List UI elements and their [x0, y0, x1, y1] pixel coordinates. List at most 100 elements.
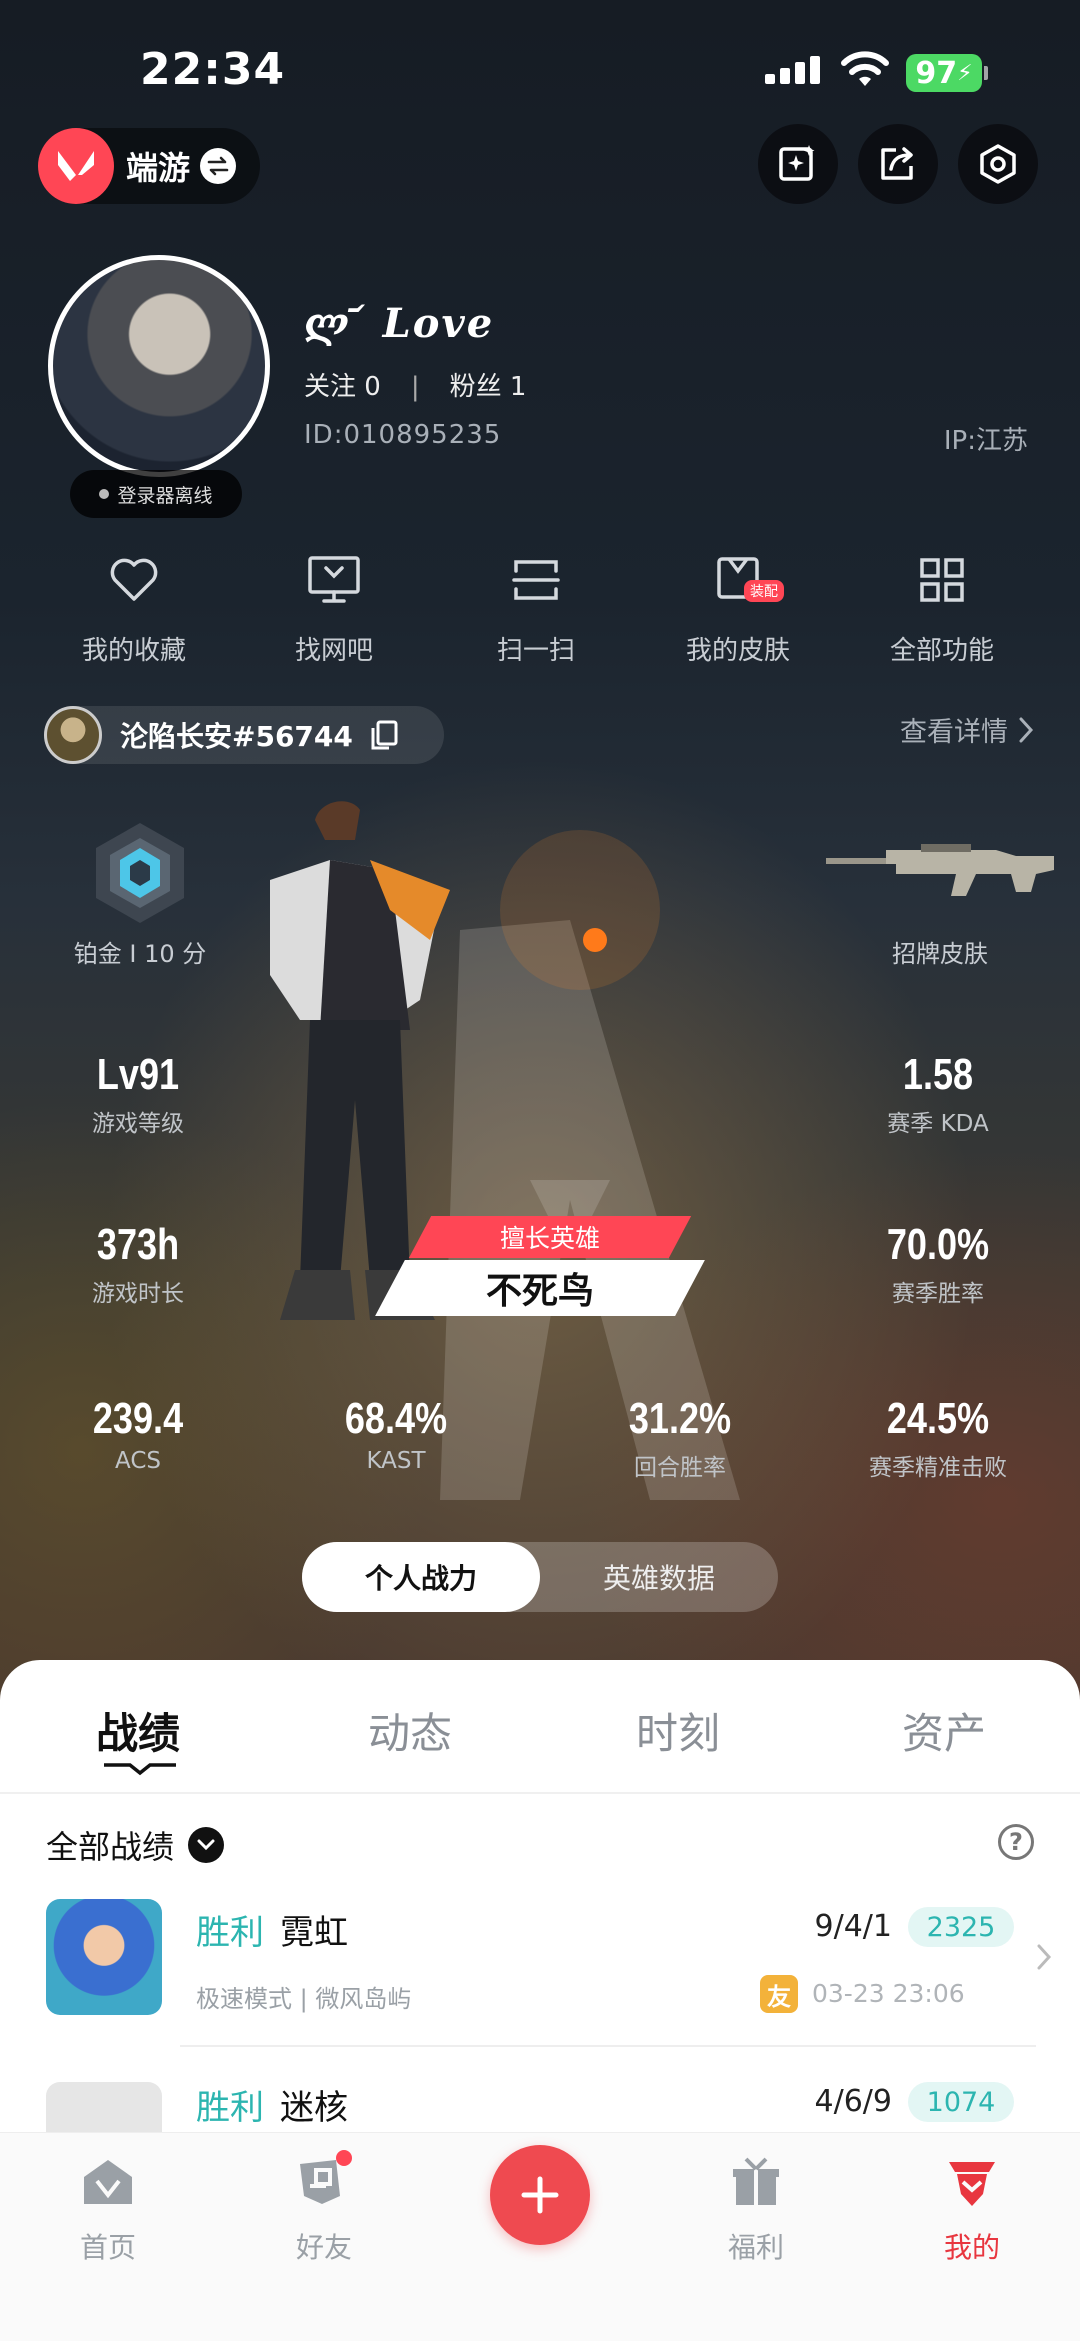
best-hero-label: 擅长英雄 — [499, 1224, 600, 1253]
match-kda: 9/4/1 — [814, 1909, 892, 1944]
status-time: 22:34 — [140, 44, 286, 95]
valorant-logo — [38, 128, 114, 204]
match-agent: 迷核 — [280, 2088, 348, 2128]
wifi-icon — [841, 51, 889, 86]
stat-key: 赛季 KDA — [887, 1111, 989, 1137]
nav-profile[interactable]: 我的 — [902, 2150, 1042, 2266]
gift-icon — [733, 2157, 779, 2205]
stat-value: 239.4 — [92, 1394, 184, 1443]
best-hero-name: 不死鸟 — [485, 1271, 594, 1312]
ai-assistant-button[interactable] — [758, 124, 838, 204]
battery-level: 97 — [915, 55, 958, 91]
heart-icon — [110, 558, 158, 601]
match-mode: 极速模式 | 微风岛屿 — [196, 1985, 412, 2013]
match-time: 03-23 23:06 — [812, 1979, 965, 2008]
follow-separator: | — [410, 372, 420, 402]
nav-home[interactable]: 首页 — [38, 2150, 178, 2266]
records-filter[interactable]: 全部战绩 — [46, 1822, 225, 1868]
game-mode-switch[interactable]: 端游 — [38, 128, 260, 204]
avatar[interactable] — [48, 255, 270, 477]
ip-location: IP:江苏 — [943, 426, 1028, 456]
best-hero-tag[interactable]: 擅长英雄 不死鸟 — [375, 1216, 710, 1316]
following-count[interactable]: 关注 0 — [304, 372, 381, 402]
nav-benefits[interactable]: 福利 — [686, 2150, 826, 2266]
tab-activity[interactable]: 动态 — [310, 1700, 510, 1761]
stat-key: 回合胜率 — [634, 1455, 726, 1481]
func-internet-cafe[interactable]: 找网吧 — [244, 550, 424, 667]
profile-icon — [949, 2162, 995, 2206]
func-label: 我的收藏 — [81, 636, 186, 666]
match-kda: 4/6/9 — [814, 2084, 892, 2119]
match-score: 2325 — [908, 1907, 1014, 1947]
tab-records[interactable]: 战绩 — [38, 1700, 238, 1761]
nav-friends[interactable]: 好友 — [254, 2150, 394, 2266]
match-row[interactable]: 胜利 霓虹 9/4/1 2325 极速模式 | 微风岛屿 友 03-23 23:… — [0, 1895, 1080, 2075]
func-my-skins[interactable]: 装配 我的皮肤 — [648, 550, 828, 667]
match-result: 胜利 — [196, 1913, 264, 1953]
copy-icon[interactable] — [369, 719, 399, 751]
weapon-skin-image — [826, 844, 1054, 896]
mode-label: 端游 — [126, 149, 191, 187]
stat-value: 31.2% — [628, 1394, 732, 1443]
fans-count[interactable]: 粉丝 1 — [450, 372, 527, 402]
signal-icon — [765, 56, 821, 84]
view-details-link[interactable]: 查看详情 — [900, 710, 1034, 749]
stat-key: KAST — [366, 1448, 426, 1474]
nav-label: 我的 — [943, 2231, 1000, 2264]
help-icon[interactable]: ? — [998, 1824, 1034, 1860]
stat-headshot: 24.5% 赛季精准击败 — [838, 1394, 1038, 1482]
sparkle-edit-icon — [779, 145, 815, 181]
grid-icon — [920, 558, 964, 602]
segment-personal-power[interactable]: 个人战力 — [302, 1542, 540, 1612]
follow-stats: 关注 0 | 粉丝 1 — [304, 366, 526, 403]
stat-key: 赛季胜率 — [892, 1281, 984, 1307]
share-button[interactable] — [858, 124, 938, 204]
status-dot — [99, 489, 110, 499]
segment-hero-data[interactable]: 英雄数据 — [540, 1542, 778, 1612]
stat-round-winrate: 31.2% 回合胜率 — [580, 1394, 780, 1482]
func-label: 全部功能 — [889, 636, 994, 666]
game-account-name: 沦陷长安#56744 — [120, 720, 353, 753]
stat-level: Lv91 游戏等级 — [38, 1050, 238, 1138]
swap-icon — [200, 148, 237, 184]
stat-acs: 239.4 ACS — [38, 1394, 238, 1474]
stat-value: 70.0% — [886, 1220, 990, 1269]
func-label: 找网吧 — [294, 636, 373, 666]
game-account-chip[interactable]: 沦陷长安#56744 — [44, 706, 444, 764]
tab-moments[interactable]: 时刻 — [578, 1700, 778, 1761]
rank-platinum-icon — [96, 823, 184, 923]
stat-value: 373h — [96, 1220, 180, 1269]
chevron-right-icon — [1019, 717, 1034, 742]
chevron-right-icon — [1037, 1944, 1052, 1970]
func-label: 我的皮肤 — [685, 636, 790, 666]
match-result: 胜利 — [196, 2088, 264, 2128]
agent-portrait-neon — [46, 1899, 162, 2015]
stat-value: 68.4% — [344, 1394, 448, 1443]
stat-kast: 68.4% KAST — [296, 1394, 496, 1474]
best-hero-label-bg: 擅长英雄 — [408, 1216, 692, 1258]
share-icon — [881, 147, 913, 180]
user-id: ID:010895235 — [304, 420, 502, 450]
stat-value: 24.5% — [886, 1394, 990, 1443]
tab-assets[interactable]: 资产 — [844, 1700, 1044, 1761]
tab-indicator — [104, 1763, 176, 1776]
create-post-button[interactable] — [490, 2145, 590, 2245]
friend-badge: 友 — [760, 1975, 798, 2013]
skin-badge: 装配 — [744, 580, 784, 602]
stat-value: 1.58 — [902, 1050, 974, 1099]
game-account-avatar — [44, 706, 102, 764]
stat-hours: 373h 游戏时长 — [38, 1220, 238, 1308]
match-agent: 霓虹 — [280, 1913, 348, 1953]
weapon-skin-label: 招牌皮肤 — [892, 940, 988, 968]
view-details-label: 查看详情 — [900, 717, 1008, 748]
func-scan[interactable]: 扫一扫 — [446, 550, 626, 667]
chevron-down-icon — [188, 1827, 225, 1863]
stat-winrate: 70.0% 赛季胜率 — [838, 1220, 1038, 1308]
func-favorites[interactable]: 我的收藏 — [44, 550, 224, 667]
launcher-status-badge: 登录器离线 — [70, 470, 242, 518]
home-icon — [84, 2160, 132, 2204]
match-row[interactable]: 胜利 迷核 4/6/9 1074 — [0, 2082, 1080, 2132]
settings-button[interactable] — [958, 124, 1038, 204]
func-all-features[interactable]: 全部功能 — [852, 550, 1032, 667]
stat-value: Lv91 — [96, 1050, 180, 1099]
